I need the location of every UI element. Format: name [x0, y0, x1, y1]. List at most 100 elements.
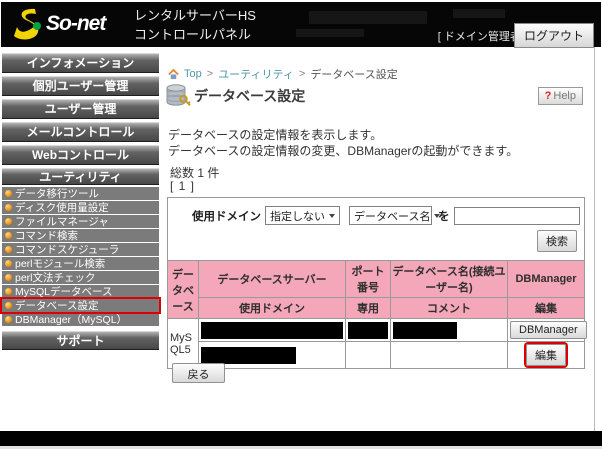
col-header-comment: コメント [391, 298, 508, 319]
field-select[interactable]: データベース名 [349, 206, 432, 225]
domain-select[interactable]: 指定しない [265, 206, 340, 225]
sidebar-item-label: コマンドスケジューラ [15, 242, 119, 257]
pagination: [ 1 ] [170, 179, 195, 193]
dbmanager-button[interactable]: DBManager [510, 321, 587, 339]
sidebar-section-individual-user-mgmt[interactable]: 個別ユーザー管理 [2, 76, 159, 96]
breadcrumb-current: データベース設定 [310, 66, 397, 82]
particle-label: を [438, 208, 450, 224]
dbname-cell [391, 319, 508, 342]
bullet-icon [5, 274, 12, 281]
database-icon [165, 83, 191, 109]
help-button[interactable]: ?Help [538, 87, 583, 105]
filter-area: 使用ドメイン 指定しない データベース名 を [168, 198, 585, 261]
sidebar-item-dbmanager-mysql[interactable]: DBManager（MySQL） [2, 313, 159, 326]
sidebar-section-mail-control[interactable]: メールコントロール [2, 122, 159, 142]
table-row: 編集 [168, 342, 585, 369]
page-description: データベースの設定情報を表示します。 データベースの設定情報の変更、DBMana… [168, 127, 518, 159]
sidebar-item-disk-usage[interactable]: ディスク使用量設定 [2, 201, 159, 214]
sidebar-item-perl-module-search[interactable]: perlモジュール検索 [2, 257, 159, 270]
redacted-text [296, 29, 364, 37]
comment-cell [391, 342, 508, 369]
question-icon: ? [545, 90, 552, 102]
dbmanager-cell: DBManager [508, 319, 585, 342]
sidebar-item-label: perlモジュール検索 [15, 256, 105, 271]
description-line1: データベースの設定情報を表示します。 [168, 127, 518, 143]
page-footer [0, 431, 602, 446]
sidebar-item-command-scheduler[interactable]: コマンドスケジューラ [2, 243, 159, 256]
service-name-line1: レンタルサーバーHS [134, 6, 256, 25]
bullet-icon [5, 190, 12, 197]
bullet-icon [5, 316, 12, 323]
keyword-input[interactable] [454, 207, 580, 225]
filter-row: 使用ドメイン 指定しない データベース名 を [170, 200, 582, 227]
redacted-value [201, 322, 343, 339]
redacted-text [453, 9, 505, 18]
sidebar-section-web-control[interactable]: Webコントロール [2, 145, 159, 165]
breadcrumb-separator: > [207, 68, 213, 80]
search-button[interactable]: 検索 [537, 230, 577, 252]
database-table-wrap: 使用ドメイン 指定しない データベース名 を [167, 197, 585, 369]
sidebar-item-label: データ移行ツール [15, 186, 99, 201]
database-table: 使用ドメイン 指定しない データベース名 を [167, 197, 585, 369]
domain-filter-label: 使用ドメイン [192, 208, 261, 224]
bullet-icon [5, 302, 12, 309]
sidebar-section-support[interactable]: サポート [2, 331, 159, 350]
sidebar-item-label: ディスク使用量設定 [15, 200, 109, 215]
db-type-cell: MySQL5 [168, 319, 199, 369]
domain-select-value: 指定しない [270, 208, 325, 224]
bullet-icon [5, 218, 12, 225]
bullet-icon [5, 288, 12, 295]
sidebar-section-utility[interactable]: ユーティリティ [2, 168, 159, 185]
col-header-port: ポート番号 [346, 261, 391, 298]
field-select-value: データベース名 [354, 208, 430, 224]
page-root: So-net レンタルサーバーHS コントロールパネル [ ドメイン管理者 ] … [0, 0, 602, 449]
bullet-icon [5, 204, 12, 211]
sidebar-section-user-mgmt[interactable]: ユーザー管理 [2, 99, 159, 119]
sidebar-item-command-search[interactable]: コマンド検索 [2, 229, 159, 242]
redacted-text [309, 11, 427, 24]
edit-cell: 編集 [508, 342, 585, 369]
main-content: Top > ユーティリティ > データベース設定 データベース設定 ?Help … [161, 47, 594, 431]
breadcrumb: Top > ユーティリティ > データベース設定 [168, 66, 398, 82]
bullet-icon [5, 260, 12, 267]
filter-actions: 検索 [170, 227, 582, 258]
col-header-dbname: データベース名(接続ユーザー名) [391, 261, 508, 298]
edit-button[interactable]: 編集 [526, 344, 566, 366]
breadcrumb-link-utility[interactable]: ユーティリティ [218, 66, 294, 82]
sidebar-item-file-manager[interactable]: ファイルマネージャ [2, 215, 159, 228]
sidebar-item-database-settings[interactable]: データベース設定 [2, 299, 159, 312]
logout-button[interactable]: ログアウト [514, 23, 594, 48]
content-right-border [594, 47, 595, 431]
redacted-value [393, 322, 457, 339]
chevron-down-icon [329, 214, 335, 218]
sidebar-item-label: MySQLデータベース [15, 284, 112, 299]
so-net-logo-icon [11, 6, 45, 42]
server-cell [199, 319, 346, 342]
redacted-value [348, 322, 388, 339]
logo-text: So-net [46, 12, 105, 36]
col-header-dedicated: 専用 [346, 298, 391, 319]
sidebar-item-mysql-database[interactable]: MySQLデータベース [2, 285, 159, 298]
breadcrumb-link-top[interactable]: Top [184, 68, 202, 80]
service-name: レンタルサーバーHS コントロールパネル [134, 6, 256, 44]
sidebar-item-data-migration[interactable]: データ移行ツール [2, 187, 159, 200]
port-cell [346, 319, 391, 342]
home-icon [168, 69, 179, 80]
so-net-logo: So-net [11, 6, 105, 42]
service-name-line2: コントロールパネル [134, 25, 256, 44]
col-header-edit: 編集 [508, 298, 585, 319]
back-button[interactable]: 戻る [172, 363, 225, 383]
sidebar: インフォメーション 個別ユーザー管理 ユーザー管理 メールコントロール Webコ… [1, 53, 160, 353]
redacted-value [201, 347, 296, 364]
sidebar-item-label: コマンド検索 [15, 228, 78, 243]
help-label: Help [553, 90, 576, 102]
sidebar-item-perl-syntax-check[interactable]: perl文法チェック [2, 271, 159, 284]
sidebar-item-label: DBManager（MySQL） [15, 312, 127, 327]
col-header-dbmanager: DBManager [508, 261, 585, 298]
dedicated-cell [346, 342, 391, 369]
title-row: データベース設定 [165, 83, 305, 109]
bullet-icon [5, 246, 12, 253]
breadcrumb-separator: > [299, 68, 305, 80]
sidebar-section-information[interactable]: インフォメーション [2, 53, 159, 73]
sidebar-item-label: ファイルマネージャ [15, 214, 109, 229]
